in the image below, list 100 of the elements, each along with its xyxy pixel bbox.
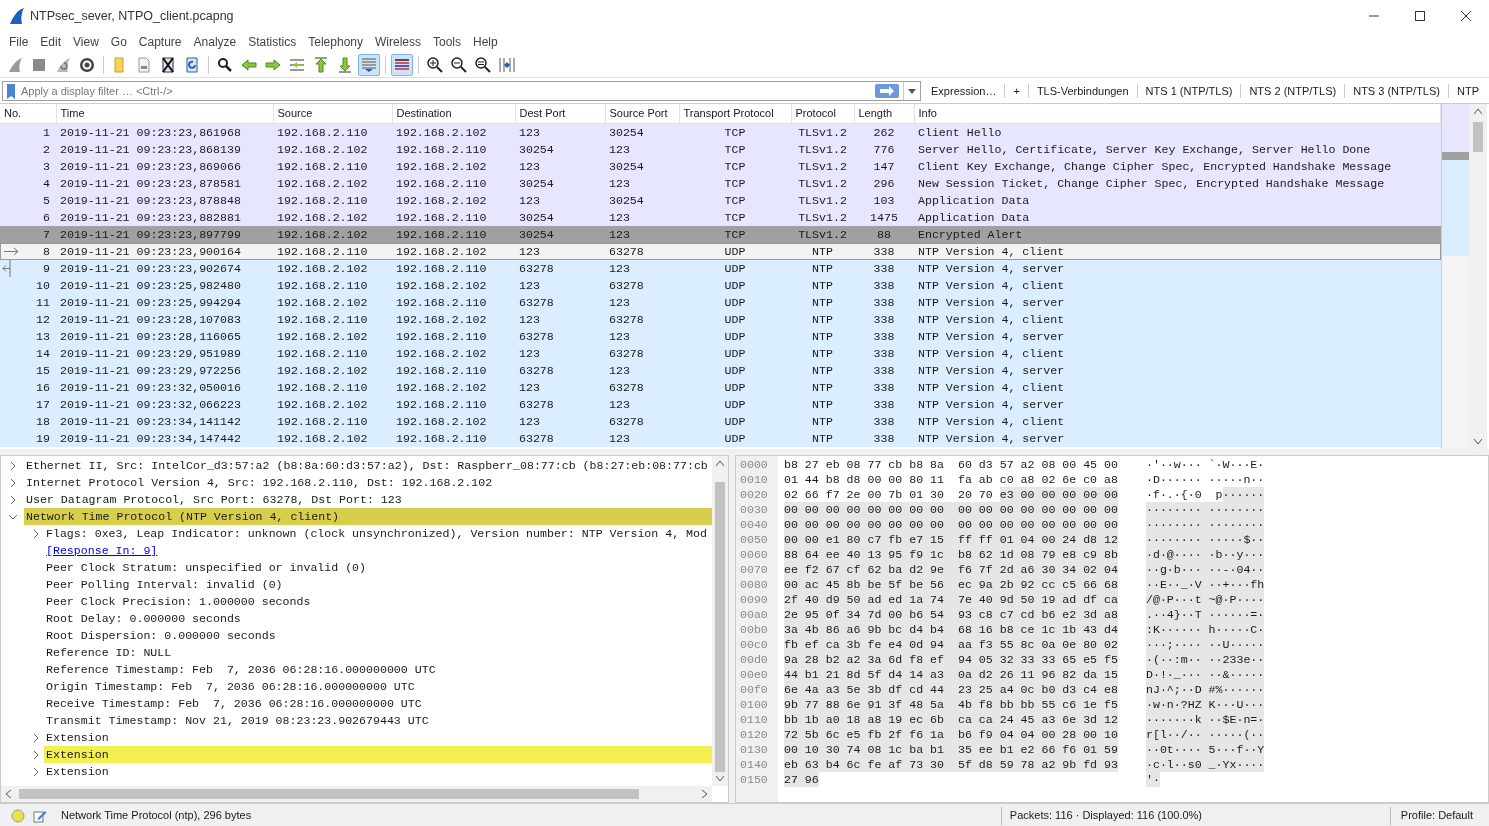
scroll-down-icon[interactable] bbox=[716, 776, 724, 781]
filter-field[interactable]: Apply a display filter … <Ctrl-/> bbox=[2, 81, 921, 101]
table-cell: 123 bbox=[519, 125, 540, 139]
expression-button[interactable]: Expression… bbox=[923, 82, 1005, 100]
dropdown-caret-icon[interactable] bbox=[908, 88, 916, 94]
scroll-left-icon[interactable] bbox=[6, 790, 11, 798]
column-header[interactable]: Source Port bbox=[605, 104, 679, 123]
down-arrow-icon[interactable] bbox=[337, 56, 353, 73]
tree-item[interactable]: Root Delay: 0.000000 seconds bbox=[46, 612, 241, 625]
tree-item[interactable]: Flags: 0xe3, Leap Indicator: unknown (clock unsynchronized), Version number: NTP Version 4, Mod bbox=[46, 527, 707, 540]
column-header[interactable]: Length bbox=[854, 104, 914, 123]
tree-item[interactable]: Network Time Protocol (NTP Version 4, client) bbox=[24, 508, 712, 525]
chevron-right-icon[interactable] bbox=[9, 495, 17, 504]
chevron-right-icon[interactable] bbox=[9, 478, 17, 487]
tree-item[interactable]: Root Dispersion: 0.000000 seconds bbox=[46, 629, 276, 642]
tree-item[interactable]: Peer Polling Interval: invalid (0) bbox=[46, 578, 283, 591]
tree-item[interactable]: Ethernet II, Src: IntelCor_d3:57:a2 (b8:8a:60:d3:57:a2), Dst: Raspberr_08:77:cb (b8:27:eb:08:77:cb bbox=[24, 457, 712, 474]
add-button[interactable]: + bbox=[1005, 82, 1028, 100]
chevron-right-icon[interactable] bbox=[32, 750, 40, 759]
column-header[interactable]: Dest Port bbox=[515, 104, 605, 123]
menu-item[interactable]: Capture bbox=[132, 33, 188, 51]
reload-icon[interactable] bbox=[184, 56, 200, 73]
filter-button[interactable]: NTP bbox=[1449, 82, 1487, 100]
scroll-down-icon[interactable] bbox=[1474, 439, 1482, 444]
column-header[interactable]: Source bbox=[273, 104, 392, 123]
vertical-scrollbar[interactable] bbox=[1469, 104, 1487, 449]
filter-button[interactable]: NTS 3 (NTP/TLS) bbox=[1345, 82, 1448, 100]
menu-item[interactable]: Telephony bbox=[302, 33, 369, 51]
tree-item[interactable]: Reference Timestamp: Feb 7, 2036 06:28:16.000000000 UTC bbox=[46, 663, 436, 676]
table-cell: 63278 bbox=[519, 363, 554, 377]
chevron-down-icon[interactable] bbox=[9, 512, 17, 521]
restart-icon[interactable] bbox=[55, 56, 71, 73]
tree-item[interactable]: Extension bbox=[46, 731, 109, 744]
tree-item[interactable]: Internet Protocol Version 4, Src: 192.168.2.110, Dst: 192.168.2.102 bbox=[24, 474, 712, 491]
column-header[interactable]: Info bbox=[914, 104, 1441, 123]
document-icon[interactable] bbox=[136, 56, 152, 73]
menu-item[interactable]: Tools bbox=[427, 33, 467, 51]
scroll-up-icon[interactable] bbox=[1474, 109, 1482, 114]
column-header[interactable]: Time bbox=[56, 104, 273, 123]
ascii-text: .··4}··T ······=· bbox=[1146, 607, 1265, 622]
table-cell: 192.168.2.110 bbox=[277, 414, 368, 428]
scroll-up-icon[interactable] bbox=[716, 461, 724, 466]
ascii-text: '· bbox=[1146, 772, 1160, 787]
menu-item[interactable]: File bbox=[3, 33, 35, 51]
scrollbar-thumb[interactable] bbox=[19, 789, 639, 799]
zoom-in-icon[interactable] bbox=[427, 56, 443, 73]
column-header[interactable]: Destination bbox=[392, 104, 515, 123]
filter-button[interactable]: TLS-Verbindungen bbox=[1028, 82, 1137, 100]
filter-button[interactable]: NTS 1 (NTP/TLS) bbox=[1137, 82, 1241, 100]
column-header[interactable]: No. bbox=[0, 104, 56, 123]
go-to-line-icon[interactable] bbox=[289, 56, 305, 73]
edit-icon[interactable] bbox=[33, 808, 47, 823]
zoom-reset-icon[interactable] bbox=[475, 56, 491, 73]
chevron-right-icon[interactable] bbox=[32, 733, 40, 742]
tree-item[interactable]: Reference ID: NULL bbox=[46, 646, 172, 659]
right-arrow-icon[interactable] bbox=[265, 56, 281, 73]
toggle-button[interactable] bbox=[358, 53, 380, 76]
shark-fin-icon[interactable] bbox=[7, 56, 23, 73]
response-link[interactable]: [Response In: 9] bbox=[46, 544, 158, 557]
tree-item[interactable]: User Datagram Protocol, Src Port: 63278, Dst Port: 123 bbox=[24, 491, 712, 508]
hex-bytes: 27 96 bbox=[784, 772, 819, 787]
tree-item[interactable]: Transmit Timestamp: Nov 21, 2019 08:23:23.902679443 UTC bbox=[46, 714, 429, 727]
menu-item[interactable]: Edit bbox=[34, 33, 68, 51]
tree-item[interactable]: Peer Clock Precision: 1.000000 seconds bbox=[46, 595, 311, 608]
menu-item[interactable]: Wireless bbox=[369, 33, 427, 51]
menu-item[interactable]: Go bbox=[104, 33, 133, 51]
tree-item[interactable]: Origin Timestamp: Feb 7, 2036 06:28:16.000000000 UTC bbox=[46, 680, 415, 693]
zoom-out-icon[interactable] bbox=[451, 56, 467, 73]
toggle-button[interactable] bbox=[391, 53, 413, 76]
menu-item[interactable]: Help bbox=[467, 33, 504, 51]
tree-item[interactable]: Receive Timestamp: Feb 7, 2036 06:28:16.000000000 UTC bbox=[46, 697, 422, 710]
bookmark-icon[interactable] bbox=[6, 83, 16, 99]
scrollbar-thumb[interactable] bbox=[1473, 122, 1483, 152]
search-icon[interactable] bbox=[217, 56, 233, 73]
tree-item[interactable]: Extension bbox=[46, 765, 109, 778]
column-header[interactable]: Transport Protocol bbox=[679, 104, 791, 123]
menu-item[interactable]: View bbox=[67, 33, 105, 51]
request-arrow-icon bbox=[4, 246, 20, 256]
chevron-right-icon[interactable] bbox=[32, 529, 40, 538]
tree-item[interactable]: Peer Clock Stratum: unspecified or invalid (0) bbox=[46, 561, 367, 574]
scroll-right-icon[interactable] bbox=[702, 790, 707, 798]
filter-input[interactable]: Apply a display filter … <Ctrl-/> bbox=[21, 82, 875, 100]
filter-button[interactable]: NTS 2 (NTP/TLS) bbox=[1241, 82, 1345, 100]
left-arrow-icon[interactable] bbox=[241, 56, 257, 73]
table-cell: 123 bbox=[519, 346, 540, 360]
selected-tree-item[interactable]: Extension bbox=[44, 746, 712, 763]
document-close-icon[interactable] bbox=[160, 56, 176, 73]
stop-icon[interactable] bbox=[31, 56, 47, 73]
chevron-right-icon[interactable] bbox=[9, 461, 17, 470]
horizontal-scrollbar[interactable] bbox=[1, 786, 712, 802]
up-arrow-icon[interactable] bbox=[313, 56, 329, 73]
resize-columns-icon[interactable] bbox=[499, 56, 515, 73]
vertical-scrollbar[interactable] bbox=[712, 456, 728, 786]
menu-item[interactable]: Analyze bbox=[187, 33, 243, 51]
chevron-right-icon[interactable] bbox=[32, 767, 40, 776]
column-header[interactable]: Protocol bbox=[791, 104, 854, 123]
scrollbar-thumb[interactable] bbox=[715, 482, 725, 772]
table-cell: TCP bbox=[724, 159, 746, 173]
menu-item[interactable]: Statistics bbox=[242, 33, 303, 51]
gear-icon[interactable] bbox=[79, 56, 95, 73]
